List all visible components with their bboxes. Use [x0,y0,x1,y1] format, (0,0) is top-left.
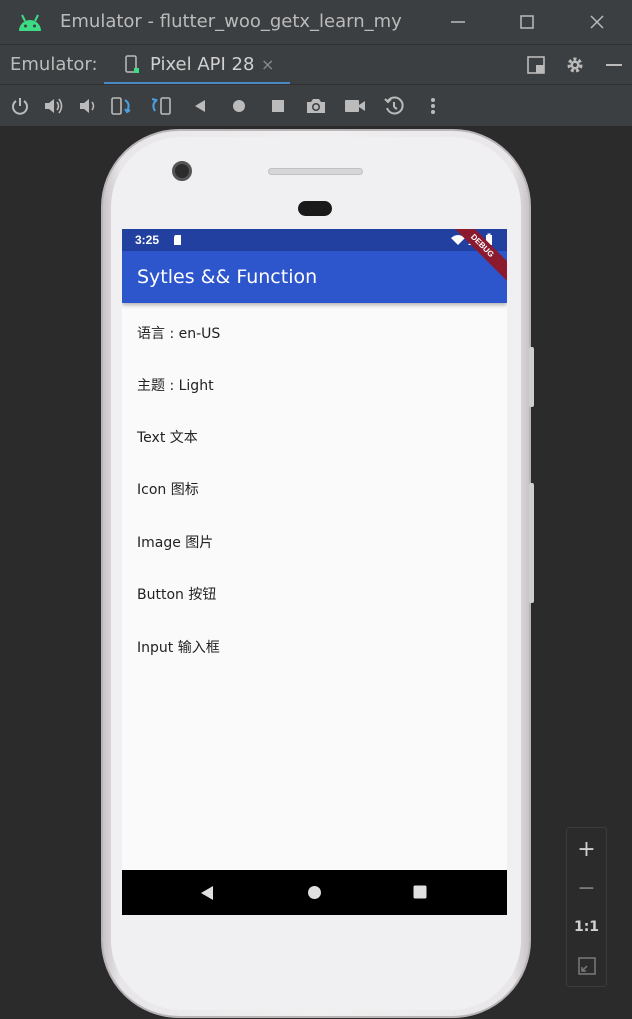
nav-back-icon[interactable] [200,885,214,901]
history-icon [384,96,404,115]
minimize-button[interactable] [435,0,481,44]
rotate-right-button[interactable] [148,94,172,118]
dock-window-icon [527,56,545,74]
emulator-label: Emulator: [10,54,98,75]
overview-square-icon [272,100,284,112]
window-mode-button[interactable] [522,51,550,79]
settings-button[interactable] [561,51,589,79]
tab-label: Pixel API 28 [150,54,255,75]
front-camera [172,161,192,181]
status-time: 3:25 [135,233,160,247]
zoom-fit-button[interactable] [567,947,606,985]
volume-down-button[interactable] [76,94,100,118]
android-icon [19,14,41,31]
list-item-icon[interactable]: Icon 图标 [137,479,199,499]
zoom-out-button[interactable]: − [567,869,606,907]
list-item-theme[interactable]: 主题 : Light [137,375,214,395]
phone-power-key[interactable] [529,347,534,407]
back-triangle-icon [195,100,205,112]
minus-icon [606,64,622,66]
window-title: Emulator - flutter_woo_getx_learn_my [60,11,402,32]
phone-device-icon [125,55,139,73]
camera-icon [307,99,325,113]
android-nav-bar [122,870,507,915]
rotate-left-button[interactable] [110,94,134,118]
video-camera-icon [345,100,365,112]
earpiece-speaker [268,168,363,175]
home-button[interactable] [227,94,251,118]
list-item-input[interactable]: Input 输入框 [137,637,220,657]
list-item-language[interactable]: 语言 : en-US [137,323,220,343]
list-item-button[interactable]: Button 按钮 [137,584,216,604]
maximize-button[interactable] [504,0,550,44]
rotate-left-icon [111,97,131,115]
maximize-icon [520,15,534,29]
nav-recents-icon[interactable] [413,885,427,899]
home-circle-icon [233,100,245,112]
app-bar: Sytles && Function [122,251,507,303]
list-item-text[interactable]: Text 文本 [137,427,198,447]
volume-up-button[interactable] [42,94,66,118]
snapshot-button[interactable] [382,94,406,118]
more-options-button[interactable] [421,94,445,118]
zoom-panel: + − 1:1 [566,827,607,987]
hide-panel-button[interactable] [600,51,628,79]
zoom-in-button[interactable]: + [567,830,606,868]
tab-pixel-api-28[interactable]: Pixel API 28 × [104,45,290,85]
power-icon [12,98,28,115]
emulator-tab-bar: Emulator: Pixel API 28 × [0,44,632,85]
close-window-button[interactable] [574,0,620,44]
minimize-icon [451,21,465,23]
back-button[interactable] [188,94,212,118]
app-title: Sytles && Function [137,266,318,288]
volume-up-icon [45,98,63,114]
status-bar: 3:25 [122,229,507,251]
tab-close-icon[interactable]: × [261,55,274,74]
zoom-actual-size-button[interactable]: 1:1 [567,908,606,946]
screenshot-button[interactable] [304,94,328,118]
fit-screen-icon [577,957,596,975]
nav-home-icon[interactable] [307,885,322,900]
overview-button[interactable] [266,94,290,118]
screen-record-button[interactable] [343,94,367,118]
device-screen[interactable]: 3:25 Sytles && Function DEBUG 语言 : en-US… [122,229,507,915]
close-icon [590,15,604,29]
more-vert-icon [431,98,435,114]
rotate-right-icon [151,97,171,115]
sd-card-icon [174,235,181,245]
power-button[interactable] [8,94,32,118]
emulator-toolbar [0,84,632,126]
proximity-sensor [298,201,332,216]
volume-down-icon [80,99,95,113]
gear-icon [567,57,583,73]
phone-volume-keys[interactable] [529,483,534,603]
list-item-image[interactable]: Image 图片 [137,532,213,552]
title-bar: Emulator - flutter_woo_getx_learn_my [0,0,632,44]
